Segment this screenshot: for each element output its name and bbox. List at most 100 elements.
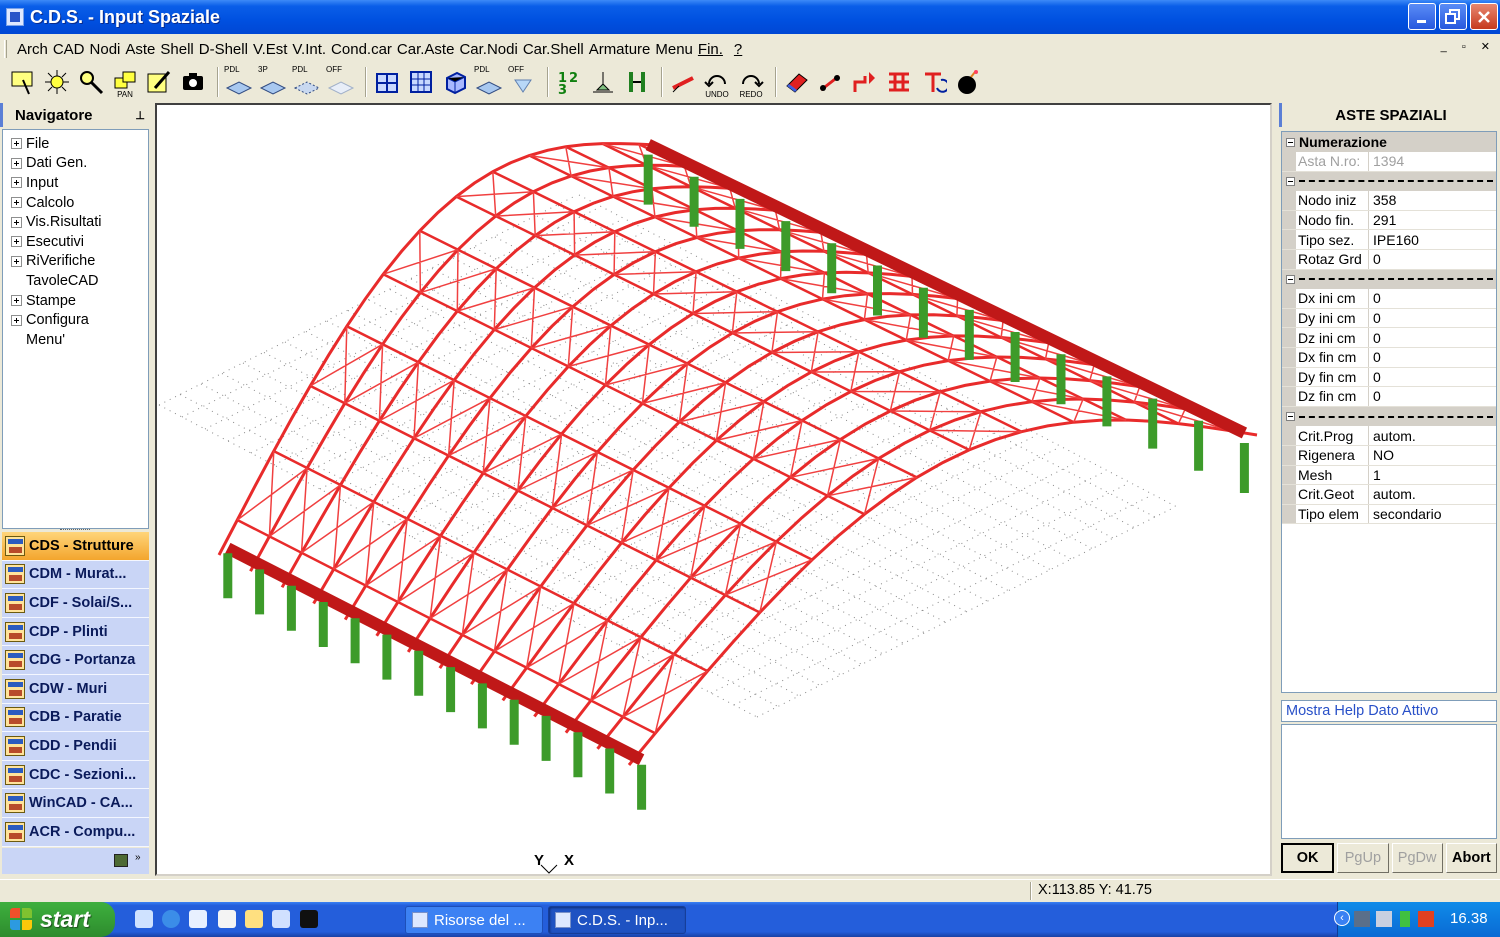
page-down-button[interactable]: PgDw bbox=[1391, 843, 1443, 873]
property-value[interactable]: 0 bbox=[1369, 328, 1496, 347]
property-value[interactable]: 0 bbox=[1369, 250, 1496, 269]
internet-explorer-icon[interactable] bbox=[162, 910, 180, 928]
view-off-button[interactable]: OFF bbox=[508, 65, 538, 97]
module-cdg[interactable]: CDG - Portanza bbox=[2, 646, 149, 675]
property-row-dy-ini[interactable]: Dy ini cm 0 bbox=[1282, 308, 1496, 329]
module-cdd[interactable]: CDD - Pendii bbox=[2, 732, 149, 761]
expand-icon[interactable] bbox=[11, 216, 22, 228]
menu-cad[interactable]: CAD bbox=[53, 41, 85, 58]
menu-v-int[interactable]: V.Int. bbox=[292, 41, 326, 58]
menu-fin[interactable]: Fin. bbox=[698, 41, 723, 58]
tree-item-input[interactable]: Input bbox=[3, 173, 148, 193]
property-row-tipo-elem[interactable]: Tipo elem secondario bbox=[1282, 504, 1496, 525]
property-value[interactable]: NO bbox=[1369, 446, 1496, 465]
property-value[interactable]: autom. bbox=[1369, 485, 1496, 504]
menu-shell[interactable]: Shell bbox=[160, 41, 193, 58]
cds-app-icon[interactable] bbox=[245, 910, 263, 928]
numbering-button[interactable]: 123 bbox=[554, 67, 584, 97]
tree-item-menu[interactable]: Menu' bbox=[3, 330, 148, 350]
tree-item-file[interactable]: File bbox=[3, 134, 148, 154]
maximize-button[interactable] bbox=[1439, 3, 1467, 30]
taskbar-item-cds[interactable]: C.D.S. - Inp... bbox=[548, 906, 686, 934]
property-value[interactable]: 0 bbox=[1369, 289, 1496, 308]
menu-car-aste[interactable]: Car.Aste bbox=[397, 41, 455, 58]
module-cdb[interactable]: CDB - Paratie bbox=[2, 703, 149, 733]
three-point-plane-button[interactable]: 3P bbox=[258, 65, 288, 97]
menu-help[interactable]: ? bbox=[734, 41, 742, 58]
network-tray-icon[interactable] bbox=[1376, 911, 1392, 927]
array-button[interactable] bbox=[884, 67, 914, 97]
menu-arch[interactable]: Arch bbox=[17, 41, 48, 58]
menu-d-shell[interactable]: D-Shell bbox=[199, 41, 248, 58]
help-title[interactable]: Mostra Help Dato Attivo bbox=[1281, 700, 1497, 722]
menu-cond-car[interactable]: Cond.car bbox=[331, 41, 392, 58]
page-up-button[interactable]: PgUp bbox=[1337, 843, 1389, 873]
pdl-plane-2-button[interactable]: PDL bbox=[292, 65, 322, 97]
collapse-icon[interactable] bbox=[1286, 176, 1295, 186]
expand-icon[interactable] bbox=[11, 197, 22, 209]
menu-car-nodi[interactable]: Car.Nodi bbox=[459, 41, 517, 58]
property-value[interactable]: 358 bbox=[1369, 191, 1496, 210]
module-cdw[interactable]: CDW - Muri bbox=[2, 674, 149, 704]
chevron-down-icon[interactable]: » bbox=[135, 852, 141, 863]
pin-icon[interactable]: ⊥ bbox=[135, 109, 145, 122]
tree-item-dati-gen[interactable]: Dati Gen. bbox=[3, 154, 148, 174]
property-value[interactable]: 0 bbox=[1369, 309, 1496, 328]
tree-item-tavolecad[interactable]: TavoleCAD bbox=[3, 271, 148, 291]
mdi-controls[interactable]: _ ▫ ✕ bbox=[1441, 40, 1496, 53]
expand-icon[interactable] bbox=[11, 138, 22, 150]
property-value[interactable]: secondario bbox=[1369, 505, 1496, 524]
menu-armature[interactable]: Armature bbox=[589, 41, 651, 58]
supports-button[interactable] bbox=[588, 67, 618, 97]
module-cdf[interactable]: CDF - Solai/S... bbox=[2, 589, 149, 618]
grid-view-button[interactable] bbox=[406, 67, 436, 97]
tree-item-configura[interactable]: Configura bbox=[3, 310, 148, 330]
tree-item-calcolo[interactable]: Calcolo bbox=[3, 193, 148, 213]
tree-item-vis-risultati[interactable]: Vis.Risultati bbox=[3, 212, 148, 232]
copy-button[interactable] bbox=[850, 67, 880, 97]
app-icon[interactable] bbox=[6, 8, 24, 26]
start-button[interactable]: start bbox=[0, 902, 115, 937]
expand-icon[interactable] bbox=[11, 295, 22, 307]
rotate-button[interactable] bbox=[918, 67, 948, 97]
taskbar-item-risorse[interactable]: Risorse del ... bbox=[405, 906, 543, 934]
property-row-dz-ini[interactable]: Dz ini cm 0 bbox=[1282, 328, 1496, 348]
ok-button[interactable]: OK bbox=[1281, 843, 1335, 873]
property-value[interactable]: IPE160 bbox=[1369, 230, 1496, 249]
tree-item-esecutivi[interactable]: Esecutivi bbox=[3, 232, 148, 252]
tree-item-stampe[interactable]: Stampe bbox=[3, 291, 148, 311]
pdl-plane-button[interactable]: PDL bbox=[224, 65, 254, 97]
expand-icon[interactable] bbox=[11, 255, 22, 267]
expand-icon[interactable] bbox=[11, 177, 22, 189]
menu-aste[interactable]: Aste bbox=[125, 41, 155, 58]
collapse-icon[interactable] bbox=[1286, 137, 1295, 147]
menu-v-est[interactable]: V.Est bbox=[253, 41, 287, 58]
expand-icon[interactable] bbox=[11, 314, 22, 326]
security-icon[interactable] bbox=[1418, 911, 1434, 927]
module-wincad[interactable]: WinCAD - CA... bbox=[2, 789, 149, 818]
property-value[interactable]: 0 bbox=[1369, 348, 1496, 367]
redo-button[interactable]: REDO bbox=[736, 67, 766, 99]
property-row-tipo-sez[interactable]: Tipo sez. IPE160 bbox=[1282, 230, 1496, 250]
expand-icon[interactable] bbox=[11, 236, 22, 248]
minimize-button[interactable] bbox=[1408, 3, 1436, 30]
property-row-dy-fin[interactable]: Dy fin cm 0 bbox=[1282, 367, 1496, 388]
property-value[interactable]: 0 bbox=[1369, 368, 1496, 387]
beam-button[interactable] bbox=[668, 67, 698, 97]
property-row-nodo-fin[interactable]: Nodo fin. 291 bbox=[1282, 210, 1496, 231]
abort-button[interactable]: Abort bbox=[1445, 843, 1497, 873]
group-separator[interactable] bbox=[1282, 406, 1496, 427]
3d-view-button[interactable] bbox=[440, 67, 470, 97]
show-desktop-icon[interactable] bbox=[135, 910, 153, 928]
zoom-window-button[interactable] bbox=[8, 67, 38, 97]
property-row-dz-fin[interactable]: Dz fin cm 0 bbox=[1282, 387, 1496, 407]
menu-car-shell[interactable]: Car.Shell bbox=[523, 41, 584, 58]
group-separator[interactable] bbox=[1282, 171, 1496, 192]
network-icon[interactable] bbox=[189, 910, 207, 928]
configure-modules-icon[interactable] bbox=[114, 854, 128, 867]
property-row-rigenera[interactable]: Rigenera NO bbox=[1282, 445, 1496, 466]
plane-off-button[interactable]: OFF bbox=[326, 65, 356, 97]
zoom-button[interactable] bbox=[76, 67, 106, 97]
property-row-rotaz[interactable]: Rotaz Grd 0 bbox=[1282, 249, 1496, 270]
constraints-button[interactable] bbox=[622, 67, 652, 97]
